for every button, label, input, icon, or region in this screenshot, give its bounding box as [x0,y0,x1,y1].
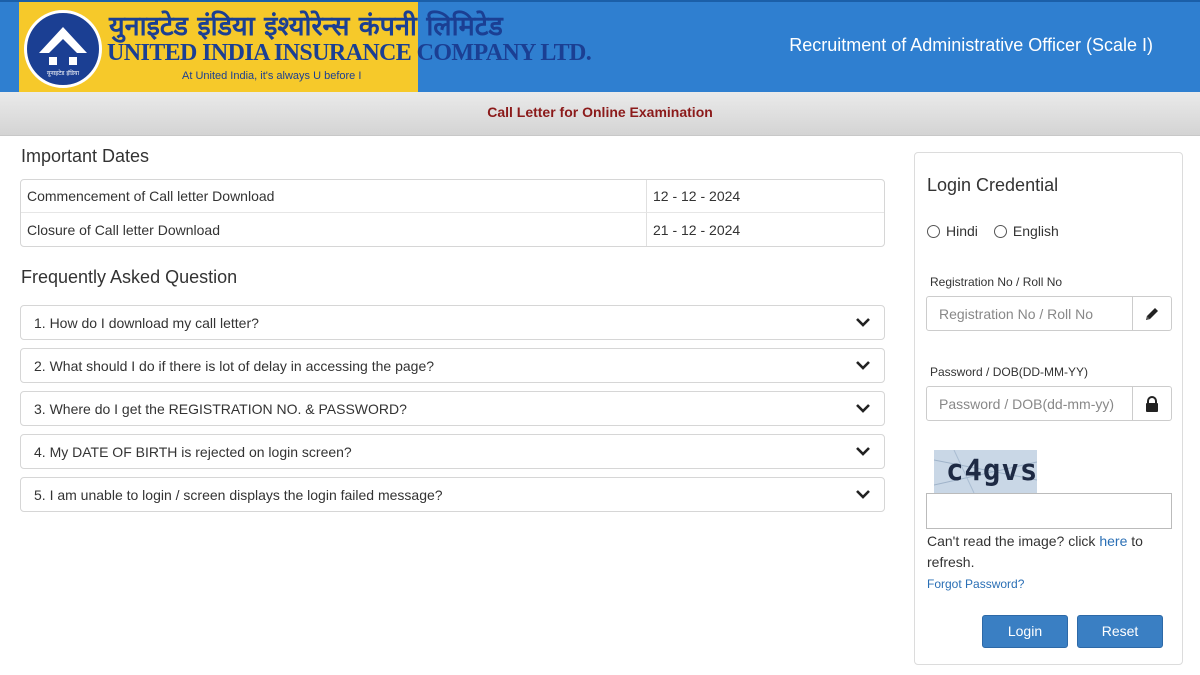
faq-question: 3. Where do I get the REGISTRATION NO. &… [34,401,407,417]
password-label: Password / DOB(DD-MM-YY) [930,365,1089,379]
logo-emblem-icon: यूनाइटेड इंडिया [24,10,102,88]
login-title: Login Credential [927,175,1059,195]
login-panel: Login Credential Hindi English Registrat… [914,152,1183,665]
captcha-refresh-link[interactable]: here [1099,533,1127,549]
faq-heading: Frequently Asked Question [21,267,238,287]
captcha-refresh-text: Can't read the image? click here to refr… [927,531,1173,573]
date-label: Commencement of Call letter Download [21,180,646,213]
chevron-down-icon[interactable] [855,357,871,373]
important-dates-heading: Important Dates [21,146,150,166]
chevron-down-icon[interactable] [855,400,871,416]
reset-button[interactable]: Reset [1077,615,1163,648]
logo-english-text: UNITED INDIA INSURANCE COMPANY LTD. [107,40,592,66]
logo-hindi-text: युनाइटेड इंडिया इंश्योरेन्स कंपनी लिमिटे… [109,11,503,42]
faq-item[interactable]: 2. What should I do if there is lot of d… [20,348,885,383]
company-logo[interactable]: यूनाइटेड इंडिया युनाइटेड इंडिया इंश्योरे… [19,2,592,94]
radio-english[interactable] [993,224,1007,238]
faq-question: 2. What should I do if there is lot of d… [34,358,435,374]
registration-label: Registration No / Roll No [930,275,1063,289]
subheader-bar: Call Letter for Online Examination [0,92,1200,136]
faq-question: 5. I am unable to login / screen display… [34,487,443,503]
table-row: Commencement of Call letter Download 12 … [21,180,884,213]
date-label: Closure of Call letter Download [27,221,220,238]
faq-item[interactable]: 3. Where do I get the REGISTRATION NO. &… [20,391,885,426]
faq-item[interactable]: 5. I am unable to login / screen display… [20,477,885,512]
date-value: 12 - 12 - 2024 [646,180,884,213]
table-row: Closure of Call letter Download 21 - 12 … [21,213,884,246]
forgot-password-link[interactable]: Forgot Password? [927,577,1024,591]
login-button[interactable]: Login [982,615,1068,648]
svg-text:यूनाइटेड इंडिया: यूनाइटेड इंडिया [47,69,80,77]
registration-input-group [926,296,1172,331]
captcha-text: c4gvs [946,453,1037,487]
registration-input[interactable] [927,297,1132,330]
password-input-group [926,386,1172,421]
captcha-input[interactable] [926,493,1172,529]
faq-question: 4. My DATE OF BIRTH is rejected on login… [34,444,352,460]
important-dates-table: Commencement of Call letter Download 12 … [20,179,885,247]
captcha-refresh-prefix: Can't read the image? click [927,533,1100,549]
chevron-down-icon[interactable] [855,314,871,330]
lock-icon [1132,387,1171,420]
site-header: यूनाइटेड इंडिया युनाइटेड इंडिया इंश्योरे… [0,0,1200,94]
page-title: Recruitment of Administrative Officer (S… [789,35,1153,55]
pencil-icon [1132,297,1171,330]
radio-english-label[interactable]: English [1013,223,1059,239]
chevron-down-icon[interactable] [855,486,871,502]
captcha-image: c4gvs [934,450,1037,493]
faq-item[interactable]: 1. How do I download my call letter? [20,305,885,340]
faq-item[interactable]: 4. My DATE OF BIRTH is rejected on login… [20,434,885,469]
language-selector: Hindi English [927,223,1075,239]
radio-hindi-label[interactable]: Hindi [946,223,978,239]
password-input[interactable] [927,387,1132,420]
chevron-down-icon[interactable] [855,443,871,459]
faq-question: 1. How do I download my call letter? [34,315,259,331]
date-value: 21 - 12 - 2024 [646,213,884,246]
radio-hindi[interactable] [927,224,940,238]
logo-tagline: At United India, it's always U before I [182,70,362,82]
subheader-title: Call Letter for Online Examination [487,104,713,120]
